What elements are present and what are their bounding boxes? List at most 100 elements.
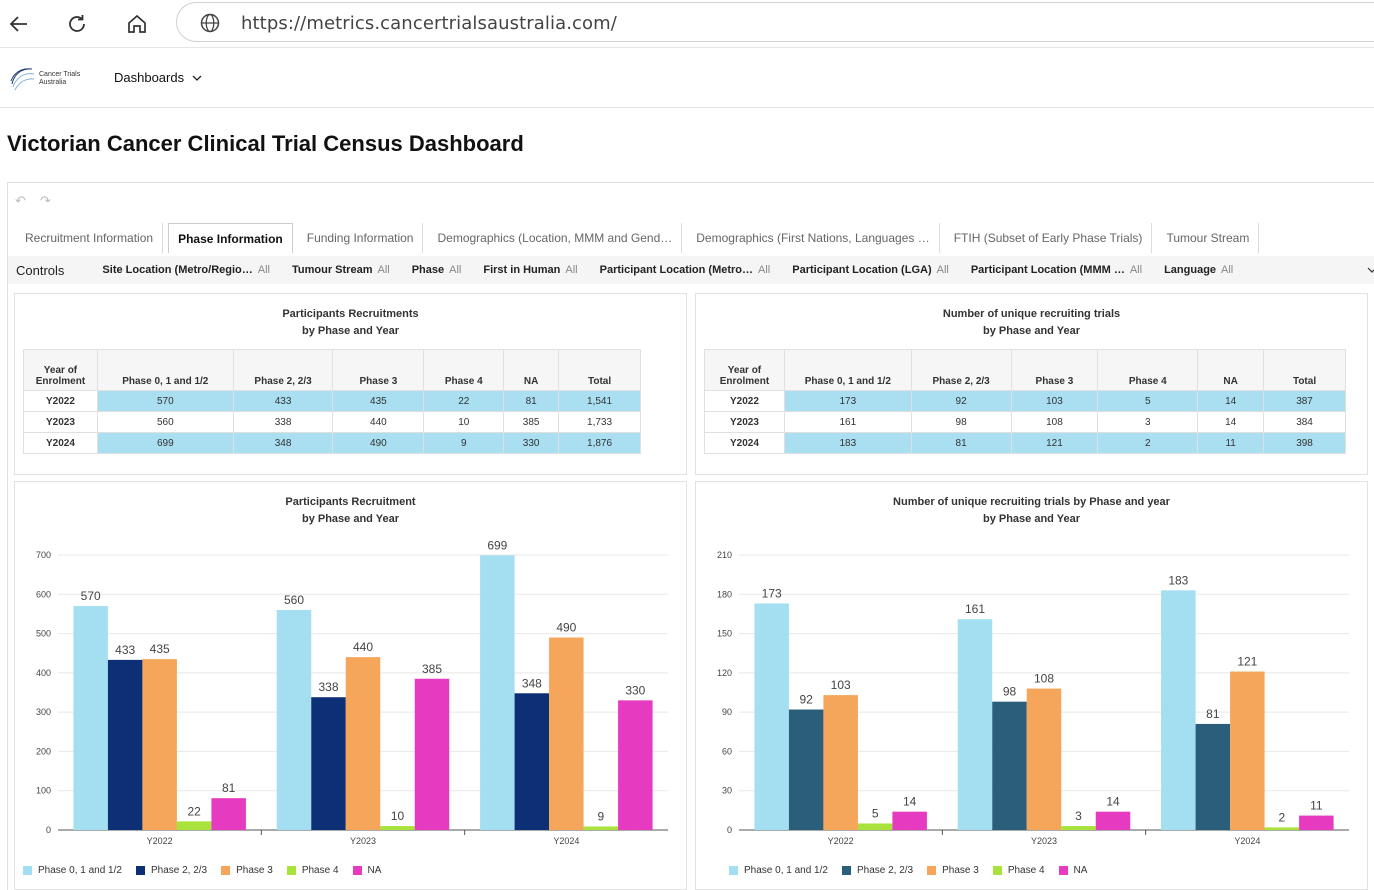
y-tick-label: 120 — [717, 668, 732, 678]
table2-header[interactable]: Phase 3 — [1010, 349, 1099, 391]
table-row[interactable]: Y2023 161 98 108 3 14 384 — [704, 411, 1346, 433]
controls-label: Controls — [16, 262, 65, 278]
data-label: 490 — [556, 621, 576, 635]
data-label: 330 — [625, 683, 645, 697]
table-cell: 3 — [1097, 411, 1199, 433]
legend-item[interactable]: Phase 4 — [286, 865, 339, 876]
y-tick-label: 180 — [717, 589, 732, 599]
table1-header[interactable]: Phase 4 — [423, 349, 505, 391]
table-row[interactable]: Y2023 560 338 440 10 385 1,733 — [23, 411, 641, 433]
table-cell: 92 — [910, 390, 1012, 412]
data-label: 10 — [391, 809, 405, 823]
y-tick-label: 30 — [722, 786, 732, 796]
bar — [73, 606, 108, 830]
legend-item[interactable]: Phase 0, 1 and 1/2 — [729, 865, 828, 876]
refresh-button[interactable] — [61, 8, 93, 40]
legend-item[interactable]: Phase 2, 2/3 — [135, 865, 207, 876]
legend-item[interactable]: Phase 3 — [221, 865, 273, 876]
control-participant-location-metro[interactable]: Participant Location (Metro… All — [600, 264, 771, 276]
data-label: 81 — [222, 781, 236, 795]
table2-header[interactable]: Phase 0, 1 and 1/2 — [783, 349, 912, 391]
bar — [176, 821, 212, 830]
legend-item[interactable]: Phase 4 — [992, 865, 1045, 876]
table1-header[interactable]: Year of Enrolment — [23, 349, 98, 391]
legend-item[interactable]: Phase 3 — [927, 865, 979, 876]
chart2-legend: Phase 0, 1 and 1/2 Phase 2, 2/3 Phase 3 … — [729, 865, 1101, 876]
data-label: 338 — [318, 680, 338, 694]
table-row[interactable]: Y2024 699 348 490 9 330 1,876 — [23, 432, 641, 454]
bar — [1061, 826, 1096, 830]
tab-funding-information[interactable]: Funding Information — [298, 223, 424, 253]
participants-recruitments-table: Year of Enrolment Phase 0, 1 and 1/2 Pha… — [23, 349, 641, 454]
table-cell: 385 — [503, 411, 560, 433]
home-button[interactable] — [121, 8, 153, 40]
tab-demographics-first-nations[interactable]: Demographics (First Nations, Languages … — [687, 223, 940, 253]
address-bar[interactable]: https://metrics.cancertrialsaustralia.co… — [176, 2, 1374, 42]
control-participant-location-mmm[interactable]: Participant Location (MMM … All — [971, 264, 1142, 276]
table2-header[interactable]: Phase 4 — [1097, 349, 1199, 391]
control-phase[interactable]: Phase All — [412, 264, 462, 276]
unique-recruiting-trials-table-card: Number of unique recruiting trials by Pha… — [695, 293, 1368, 475]
table-cell: 384 — [1263, 411, 1346, 433]
tab-demographics-location[interactable]: Demographics (Location, MMM and Gend… — [428, 223, 683, 253]
table-cell: 433 — [232, 390, 334, 412]
table-cell: 1,876 — [558, 432, 641, 454]
controls-bar: Controls Site Location (Metro/Regio… All … — [8, 256, 1374, 284]
table2-header[interactable]: NA — [1197, 349, 1265, 391]
tab-recruitment-information[interactable]: Recruitment Information — [16, 223, 164, 253]
table1-header[interactable]: Phase 3 — [332, 349, 425, 391]
dashboards-menu[interactable]: Dashboards — [114, 70, 202, 85]
unique-recruiting-trials-table: Year of Enrolment Phase 0, 1 and 1/2 Pha… — [704, 349, 1346, 454]
legend-swatch — [352, 866, 362, 875]
x-tick-label: Y2024 — [1234, 836, 1260, 846]
data-label: 98 — [1003, 685, 1017, 699]
back-button[interactable] — [3, 8, 35, 40]
data-label: 183 — [1168, 573, 1188, 587]
table-cell: 173 — [783, 390, 912, 412]
controls-expand-chevron-icon[interactable] — [1367, 266, 1374, 274]
table1-title: Participants Recruitments by Phase and Ye… — [282, 308, 419, 337]
table2-header[interactable]: Total — [1263, 349, 1346, 391]
bar — [957, 619, 993, 830]
table1-header[interactable]: Total — [558, 349, 641, 391]
table1-header[interactable]: Phase 0, 1 and 1/2 — [96, 349, 234, 391]
chart1-legend: Phase 0, 1 and 1/2 Phase 2, 2/3 Phase 3 … — [23, 865, 395, 876]
table-cell: 121 — [1010, 432, 1099, 454]
bar — [1026, 688, 1062, 830]
redo-icon[interactable]: ↷ — [40, 193, 51, 209]
table-row[interactable]: Y2022 570 433 435 22 81 1,541 — [23, 390, 641, 412]
control-site-location[interactable]: Site Location (Metro/Regio… All — [102, 264, 270, 276]
table-cell: Y2023 — [704, 411, 785, 433]
table2-header[interactable]: Year of Enrolment — [704, 349, 785, 391]
table-row[interactable]: Y2022 173 92 103 5 14 387 — [704, 390, 1346, 412]
cancer-trials-logo[interactable]: Cancer Trials Australia — [8, 64, 80, 94]
table-cell: 81 — [910, 432, 1012, 454]
tab-phase-information[interactable]: Phase Information — [168, 223, 293, 253]
data-label: 2 — [1278, 810, 1285, 824]
legend-swatch — [729, 866, 738, 875]
participants-recruitment-chart-card: Participants Recruitment by Phase and Yea… — [14, 481, 687, 890]
legend-item[interactable]: Phase 2, 2/3 — [841, 865, 913, 876]
data-label: 173 — [762, 586, 782, 600]
legend-swatch — [992, 866, 1002, 875]
data-label: 5 — [872, 806, 879, 820]
bar — [311, 697, 346, 830]
legend-item[interactable]: NA — [352, 865, 381, 876]
control-first-in-human[interactable]: First in Human All — [483, 264, 577, 276]
table-cell: 5 — [1097, 390, 1199, 412]
legend-item[interactable]: Phase 0, 1 and 1/2 — [23, 865, 122, 876]
legend-item[interactable]: NA — [1058, 865, 1087, 876]
y-tick-label: 700 — [36, 550, 51, 560]
control-participant-location-lga[interactable]: Participant Location (LGA) All — [792, 264, 949, 276]
table2-header[interactable]: Phase 2, 2/3 — [910, 349, 1012, 391]
control-tumour-stream[interactable]: Tumour Stream All — [292, 264, 390, 276]
undo-icon[interactable]: ↶ — [15, 193, 26, 209]
table1-header[interactable]: NA — [503, 349, 560, 391]
table1-header[interactable]: Phase 2, 2/3 — [232, 349, 334, 391]
tab-ftih[interactable]: FTIH (Subset of Early Phase Trials) — [945, 223, 1153, 253]
tab-tumour-stream[interactable]: Tumour Stream — [1157, 223, 1260, 253]
unique-recruiting-trials-chart-card: Number of unique recruiting trials by Ph… — [695, 481, 1368, 890]
sheet-tabs: Recruitment Information Phase Informatio… — [16, 223, 1264, 253]
control-language[interactable]: Language All — [1164, 264, 1233, 276]
table-row[interactable]: Y2024 183 81 121 2 11 398 — [704, 432, 1346, 454]
